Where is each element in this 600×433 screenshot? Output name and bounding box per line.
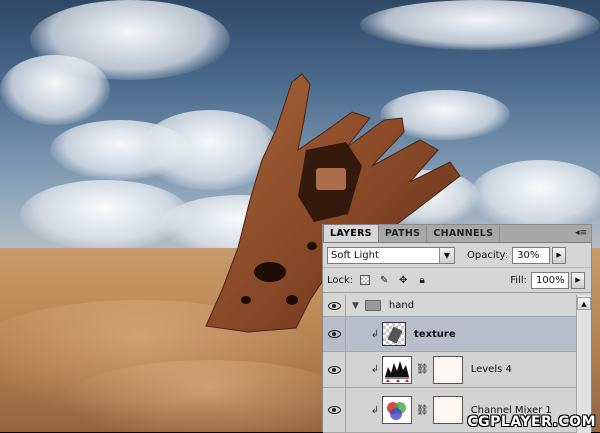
layer-row-levels-4[interactable]: ↲ ⛓ Levels 4 [323,352,577,388]
layer-name: Levels 4 [470,364,512,375]
clipping-arrow-icon: ↲ [370,404,380,416]
scroll-up-arrow-icon[interactable]: ▲ [577,297,591,310]
panel-tab-bar: LAYERS PATHS CHANNELS ◂≡ [323,224,591,243]
layer-name: texture [414,328,456,340]
opacity-slider-arrow-icon[interactable]: ▶ [552,246,567,264]
eye-icon [327,406,341,414]
panel-menu-icon[interactable]: ◂≡ [575,228,587,238]
lock-all-icon[interactable]: 🔒︎ [415,273,429,287]
eye-icon [327,330,341,338]
folder-icon [364,300,381,311]
lock-move-icon[interactable]: ✥ [396,273,410,287]
layer-thumbnail [382,322,406,346]
layer-list: ▼ hand ↲ texture ↲ ⛓ Levels 4 ↲ ⛓ Channe… [323,295,577,433]
levels-adjustment-icon [382,355,412,384]
layer-mask-thumbnail[interactable] [432,396,463,424]
visibility-toggle[interactable] [323,295,346,316]
group-expand-triangle-icon[interactable]: ▼ [352,301,359,311]
clipping-arrow-icon: ↲ [370,328,380,340]
fill-input[interactable]: 100% [531,271,569,289]
fill-slider-arrow-icon[interactable]: ▶ [571,271,585,289]
opacity-input[interactable]: 30% [512,246,551,264]
layers-panel: LAYERS PATHS CHANNELS ◂≡ Soft Light ▼ Op… [322,224,592,433]
visibility-toggle[interactable] [323,317,346,351]
opacity-label: Opacity: [467,249,509,261]
mask-link-icon[interactable]: ⛓ [416,405,429,416]
layer-row-texture[interactable]: ↲ texture [323,317,577,352]
layer-name: hand [388,300,415,311]
layer-mask-thumbnail[interactable] [432,355,463,384]
tab-layers[interactable]: LAYERS [323,224,379,242]
fill-label: Fill: [510,274,527,286]
watermark-text: CGPLAYER.COM [467,414,596,430]
channel-mixer-adjustment-icon [382,396,412,424]
visibility-toggle[interactable] [323,388,346,432]
blend-mode-select[interactable]: Soft Light ▼ [327,246,455,264]
layer-list-scrollbar[interactable]: ▲ [576,295,591,433]
eye-icon [327,365,341,374]
lock-paint-icon[interactable]: ✎ [377,273,391,287]
blend-mode-value: Soft Light [331,249,379,261]
lock-label: Lock: [327,274,354,286]
visibility-toggle[interactable] [323,352,346,387]
layer-row-hand[interactable]: ▼ hand [323,295,577,317]
mask-link-icon[interactable]: ⛓ [416,364,429,375]
tab-channels[interactable]: CHANNELS [427,225,501,242]
lock-transparent-icon[interactable] [358,273,372,287]
blend-opacity-row: Soft Light ▼ Opacity: 30% ▶ [323,243,591,267]
tab-paths[interactable]: PATHS [379,225,428,242]
lock-fill-row: Lock: ✎ ✥ 🔒︎ Fill: 100% ▶ [323,267,591,293]
clipping-arrow-icon: ↲ [370,364,380,375]
chevron-down-icon[interactable]: ▼ [439,247,454,263]
eye-icon [327,301,341,310]
